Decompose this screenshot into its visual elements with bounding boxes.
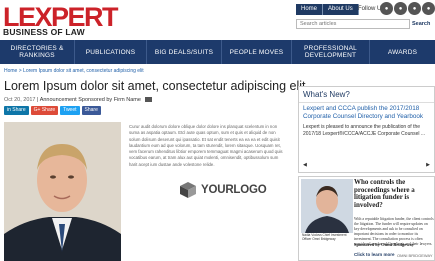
nav-big-deals-suits[interactable]: BIG DEALS/SUITS [147,40,222,64]
whats-new-panel: What's New? Lexpert and CCCA publish the… [298,86,435,173]
nav-directories-rankings[interactable]: DIRECTORIES & RANKINGS [0,40,75,64]
social-icon[interactable]: ● [408,2,421,15]
logo-tagline: BUSINESS OF LAW [3,27,85,37]
ad-sponsor: Sponsored by Omni Bridgeway [354,242,415,247]
article-title: Lorem Ipsum dolor sit amet, consectetur … [4,79,306,93]
whats-new-heading: What's New? [299,87,434,103]
ad-learn-more-link[interactable]: Click to learn more [354,252,395,257]
lexpert-logo[interactable]: LEXPERT [3,4,119,31]
breadcrumb-current: Lorem Ipsum dolor sit amet, consectetur … [23,68,144,74]
ad-title: Who controls the proceedings where a lit… [354,178,415,209]
ad-caption: Nadia Vodovs Chief Investment Officer Om… [302,233,347,241]
search-button[interactable]: Search [412,19,435,29]
top-nav-home[interactable]: Home [296,4,324,15]
sponsor-logo-text: YOURLOGO [201,184,267,196]
nav-publications[interactable]: PUBLICATIONS [75,40,147,64]
nav-people-moves[interactable]: PEOPLE MOVES [222,40,292,64]
sponsor-logo: YOURLOGO [179,181,267,199]
article-meta: Oct 20, 2017 | Announcement Sponsored by… [4,97,153,103]
top-nav: Home About Us [296,4,359,15]
top-nav-about[interactable]: About Us [323,4,359,15]
site-header: LEXPERT BUSINESS OF LAW Home About Us Fo… [0,0,435,40]
carousel-prev-icon[interactable]: ◀ [303,162,307,168]
tweet-button[interactable]: Tweet [60,106,80,115]
share-buttons: in Share G+ Share Tweet Share [4,106,101,115]
ad-photo [301,179,353,233]
breadcrumb-home[interactable]: Home [4,68,17,74]
whats-new-link[interactable]: Lexpert and CCCA publish the 2017/2018 C… [299,103,434,123]
sponsored-ad[interactable]: Who controls the proceedings where a lit… [298,176,435,261]
linkedin-share-button[interactable]: in Share [4,106,29,115]
social-icon[interactable]: ● [422,2,435,15]
facebook-share-button[interactable]: Share [81,106,101,115]
cube-icon [180,182,196,198]
search-input[interactable] [296,19,410,29]
carousel-next-icon[interactable]: ▶ [426,162,430,168]
whats-new-body: Lexpert is pleased to announce the publi… [303,124,426,137]
article-date: Oct 20, 2017 [4,97,36,103]
sponsored-label: Announcement Sponsored by Firm Name [39,97,141,103]
main-nav: DIRECTORIES & RANKINGS PUBLICATIONS BIG … [0,40,435,64]
print-icon[interactable] [145,97,153,103]
article-body: Curur audit dolorum dolore oblique dolor… [129,124,283,167]
google-share-button[interactable]: G+ Share [30,106,59,115]
nav-professional-development[interactable]: PROFESSIONAL DEVELOPMENT [292,40,370,64]
social-links: ● ● ● ● [380,2,435,15]
ad-brand: OMNI BRIDGEWAY [397,253,433,258]
meta-separator: | [37,97,39,103]
social-icon[interactable]: ● [394,2,407,15]
breadcrumb-separator: > [18,68,22,74]
nav-awards[interactable]: AWARDS [370,40,435,64]
social-icon[interactable]: ● [380,2,393,15]
breadcrumb: Home > Lorem Ipsum dolor sit amet, conse… [4,68,144,74]
author-photo [4,122,121,261]
